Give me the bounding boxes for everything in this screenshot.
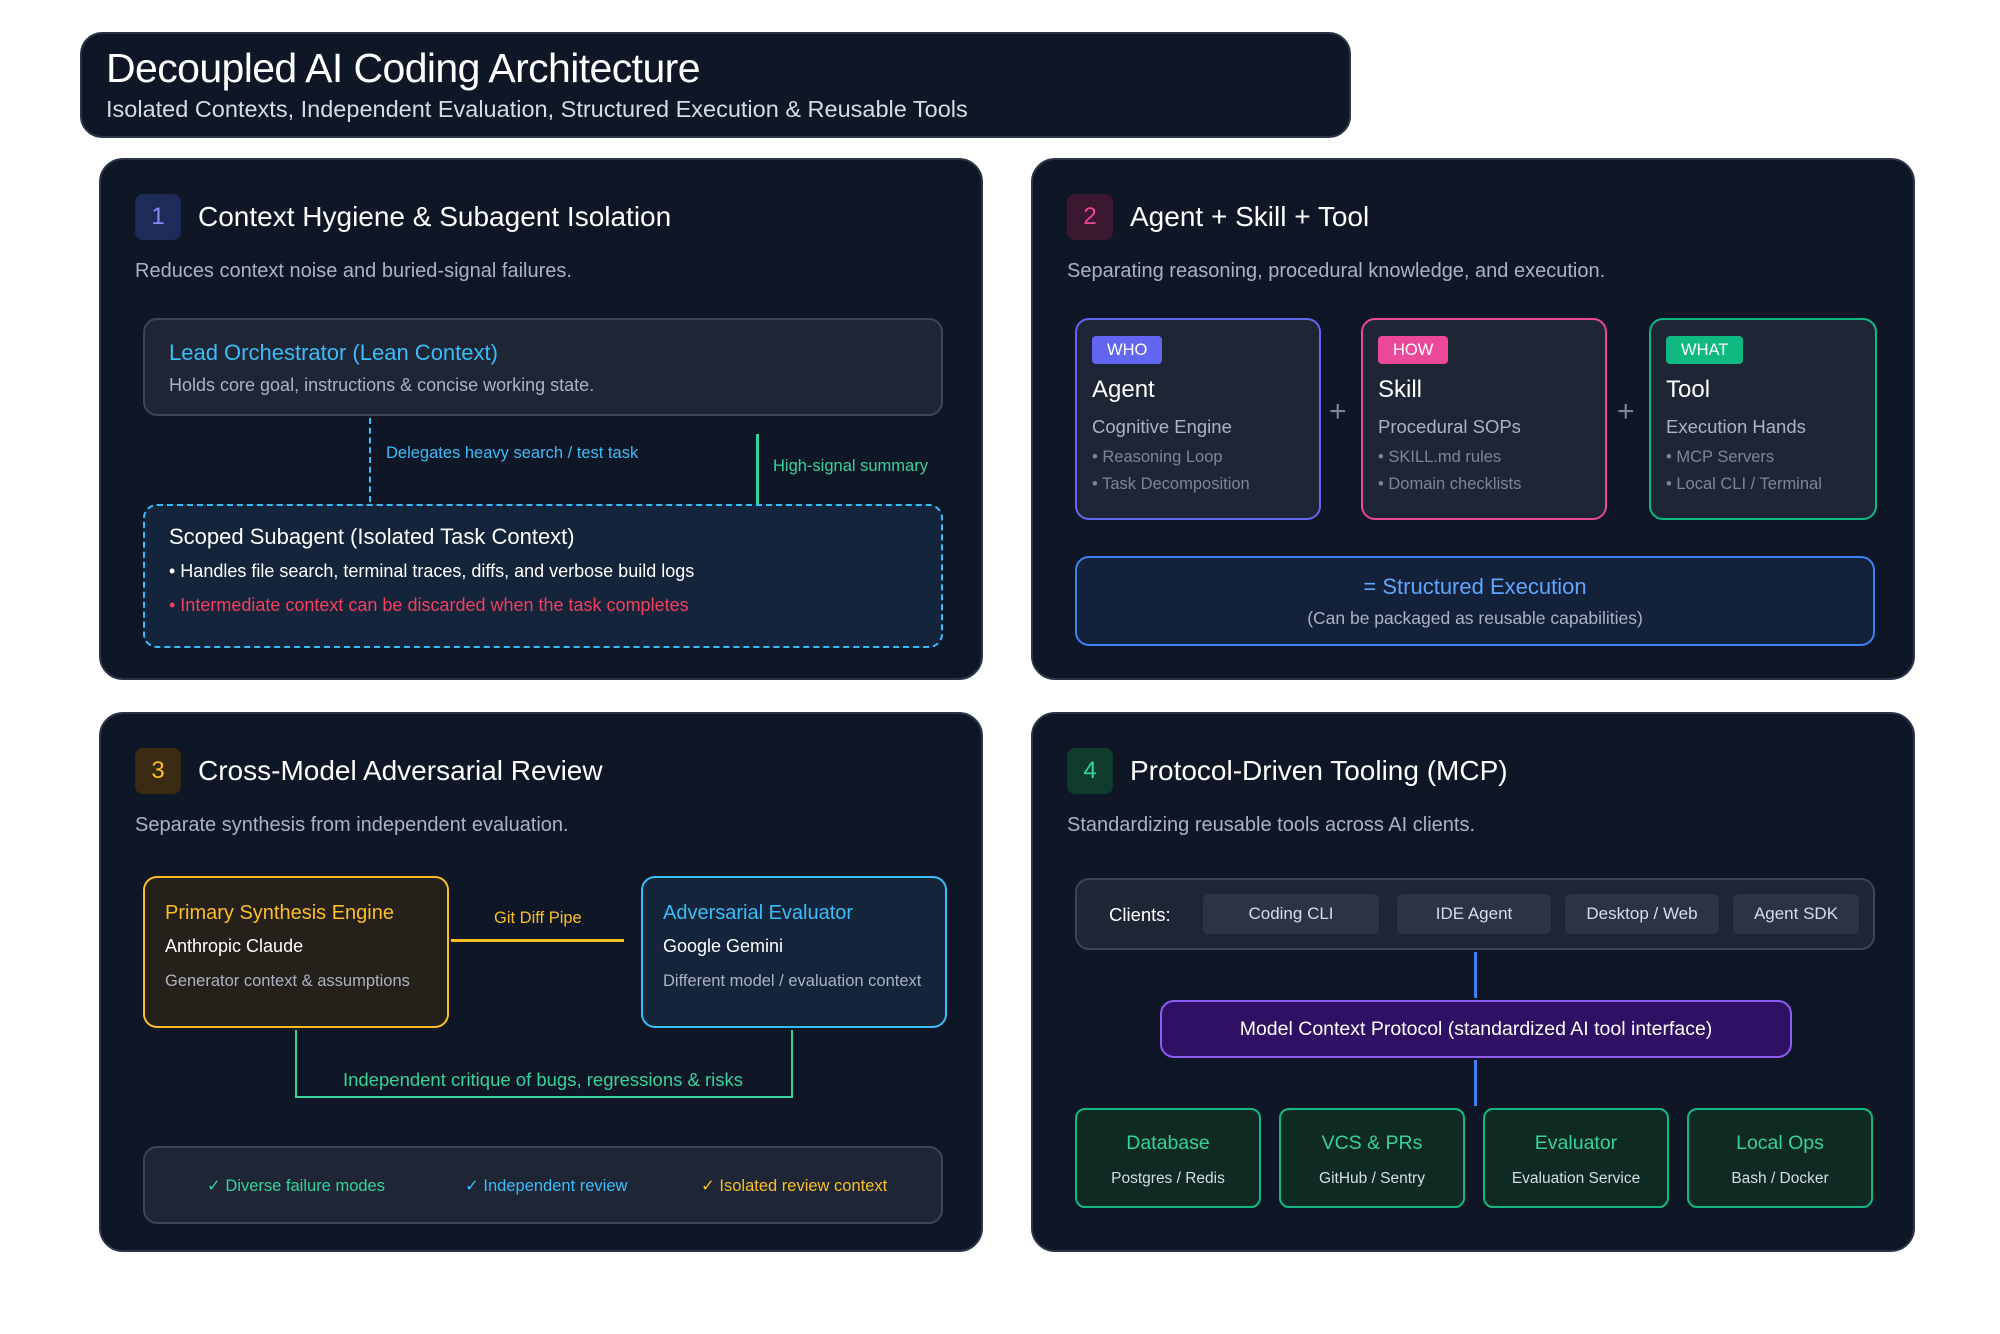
git-diff-label: Git Diff Pipe xyxy=(494,909,582,927)
servers-connector xyxy=(1474,1060,1477,1106)
structured-execution-box: = Structured Execution (Can be packaged … xyxy=(1075,556,1875,646)
subagent-bullet: • Handles file search, terminal traces, … xyxy=(169,561,695,581)
subagent-title: Scoped Subagent (Isolated Task Context) xyxy=(169,524,575,549)
card-name: Tool xyxy=(1666,376,1711,403)
clients-connector xyxy=(1474,952,1477,998)
card-role: Procedural SOPs xyxy=(1378,416,1521,437)
structured-execution-subtitle: (Can be packaged as reusable capabilitie… xyxy=(1307,608,1643,628)
primary-synthesis-box: Primary Synthesis Engine Anthropic Claud… xyxy=(143,876,449,1028)
primary-model: Anthropic Claude xyxy=(165,936,304,956)
panel-agent-skill-tool: 2 Agent + Skill + Tool Separating reason… xyxy=(1031,158,1915,680)
client-chip-agent-sdk: Agent SDK xyxy=(1733,894,1859,934)
git-diff-connector xyxy=(451,939,624,942)
section-number-badge: 3 xyxy=(135,748,181,794)
clients-label: Clients: xyxy=(1109,904,1171,925)
card-bullet: • MCP Servers xyxy=(1666,448,1775,466)
summary-label: High-signal summary xyxy=(773,457,928,475)
server-title: Database xyxy=(1126,1132,1210,1154)
client-chip-desktop-web: Desktop / Web xyxy=(1565,894,1719,934)
lead-orchestrator-subtitle: Holds core goal, instructions & concise … xyxy=(169,375,595,395)
server-title: VCS & PRs xyxy=(1321,1132,1423,1154)
plus-sign: + xyxy=(1617,395,1635,428)
section-title: Agent + Skill + Tool xyxy=(1130,201,1370,232)
skill-card: HOW Skill Procedural SOPs • SKILL.md rul… xyxy=(1361,318,1607,520)
section-title: Cross-Model Adversarial Review xyxy=(198,755,603,786)
card-name: Skill xyxy=(1378,376,1423,403)
section-description: Separate synthesis from independent eval… xyxy=(135,814,569,836)
section-description: Separating reasoning, procedural knowled… xyxy=(1067,260,1606,282)
server-subtitle: Evaluation Service xyxy=(1511,1170,1641,1187)
page-title: Decoupled AI Coding Architecture xyxy=(106,45,701,91)
summary-connector xyxy=(756,434,759,504)
page-subtitle: Isolated Contexts, Independent Evaluatio… xyxy=(106,96,968,122)
mcp-protocol-label: Model Context Protocol (standardized AI … xyxy=(1239,1018,1713,1040)
server-evaluator: Evaluator Evaluation Service xyxy=(1483,1108,1669,1208)
evaluator-title: Adversarial Evaluator xyxy=(663,902,854,924)
subagent-bullet-warning: • Intermediate context can be discarded … xyxy=(169,595,689,615)
what-badge: WHAT xyxy=(1666,336,1744,364)
check-item: ✓ Independent review xyxy=(465,1177,628,1195)
card-bullet: • Task Decomposition xyxy=(1092,475,1250,493)
section-description: Standardizing reusable tools across AI c… xyxy=(1067,814,1475,836)
card-role: Execution Hands xyxy=(1666,416,1806,437)
server-title: Local Ops xyxy=(1736,1132,1824,1154)
section-title: Protocol-Driven Tooling (MCP) xyxy=(1130,755,1508,786)
evaluator-context: Different model / evaluation context xyxy=(663,972,922,990)
section-number-badge: 2 xyxy=(1067,194,1113,240)
client-chip-coding-cli: Coding CLI xyxy=(1203,894,1379,934)
server-subtitle: Bash / Docker xyxy=(1731,1170,1829,1187)
adversarial-evaluator-box: Adversarial Evaluator Google Gemini Diff… xyxy=(641,876,947,1028)
lead-orchestrator-box: Lead Orchestrator (Lean Context) Holds c… xyxy=(143,318,943,416)
section-number-badge: 1 xyxy=(135,194,181,240)
card-bullet: • Reasoning Loop xyxy=(1092,448,1223,466)
section-description: Reduces context noise and buried-signal … xyxy=(135,260,572,282)
server-subtitle: Postgres / Redis xyxy=(1111,1170,1225,1187)
evaluator-model: Google Gemini xyxy=(663,936,784,956)
scoped-subagent-box: Scoped Subagent (Isolated Task Context) … xyxy=(143,504,943,648)
panel-mcp-tooling: 4 Protocol-Driven Tooling (MCP) Standard… xyxy=(1031,712,1915,1252)
card-bullet: • SKILL.md rules xyxy=(1378,448,1502,466)
check-item: ✓ Diverse failure modes xyxy=(207,1177,385,1195)
plus-sign: + xyxy=(1329,395,1347,428)
lead-orchestrator-title: Lead Orchestrator (Lean Context) xyxy=(169,340,498,365)
server-title: Evaluator xyxy=(1534,1132,1618,1154)
panel-context-hygiene: 1 Context Hygiene & Subagent Isolation R… xyxy=(99,158,983,680)
server-local-ops: Local Ops Bash / Docker xyxy=(1687,1108,1873,1208)
primary-title: Primary Synthesis Engine xyxy=(165,902,394,924)
card-role: Cognitive Engine xyxy=(1092,416,1232,437)
panel-adversarial-review: 3 Cross-Model Adversarial Review Separat… xyxy=(99,712,983,1252)
mcp-protocol-box: Model Context Protocol (standardized AI … xyxy=(1160,1000,1792,1058)
server-vcs: VCS & PRs GitHub / Sentry xyxy=(1279,1108,1465,1208)
who-badge: WHO xyxy=(1092,336,1163,364)
section-title: Context Hygiene & Subagent Isolation xyxy=(198,201,672,232)
card-bullet: • Local CLI / Terminal xyxy=(1666,475,1822,493)
section-number-badge: 4 xyxy=(1067,748,1113,794)
agent-card: WHO Agent Cognitive Engine • Reasoning L… xyxy=(1075,318,1321,520)
critique-label: Independent critique of bugs, regression… xyxy=(342,1069,744,1090)
header-banner: Decoupled AI Coding Architecture Isolate… xyxy=(80,32,1351,138)
check-item: ✓ Isolated review context xyxy=(701,1177,888,1195)
server-database: Database Postgres / Redis xyxy=(1075,1108,1261,1208)
structured-execution-title: = Structured Execution xyxy=(1363,574,1587,599)
delegate-label: Delegates heavy search / test task xyxy=(386,444,639,462)
card-name: Agent xyxy=(1092,376,1155,403)
clients-bar: Clients: Coding CLI IDE Agent Desktop / … xyxy=(1075,878,1875,950)
delegate-connector xyxy=(369,418,371,502)
server-subtitle: GitHub / Sentry xyxy=(1319,1170,1425,1187)
tool-card: WHAT Tool Execution Hands • MCP Servers … xyxy=(1649,318,1877,520)
client-chip-ide-agent: IDE Agent xyxy=(1397,894,1551,934)
primary-context: Generator context & assumptions xyxy=(165,972,410,990)
card-bullet: • Domain checklists xyxy=(1378,475,1522,493)
how-badge: HOW xyxy=(1378,336,1449,364)
benefits-bar: ✓ Diverse failure modes ✓ Independent re… xyxy=(143,1146,943,1224)
